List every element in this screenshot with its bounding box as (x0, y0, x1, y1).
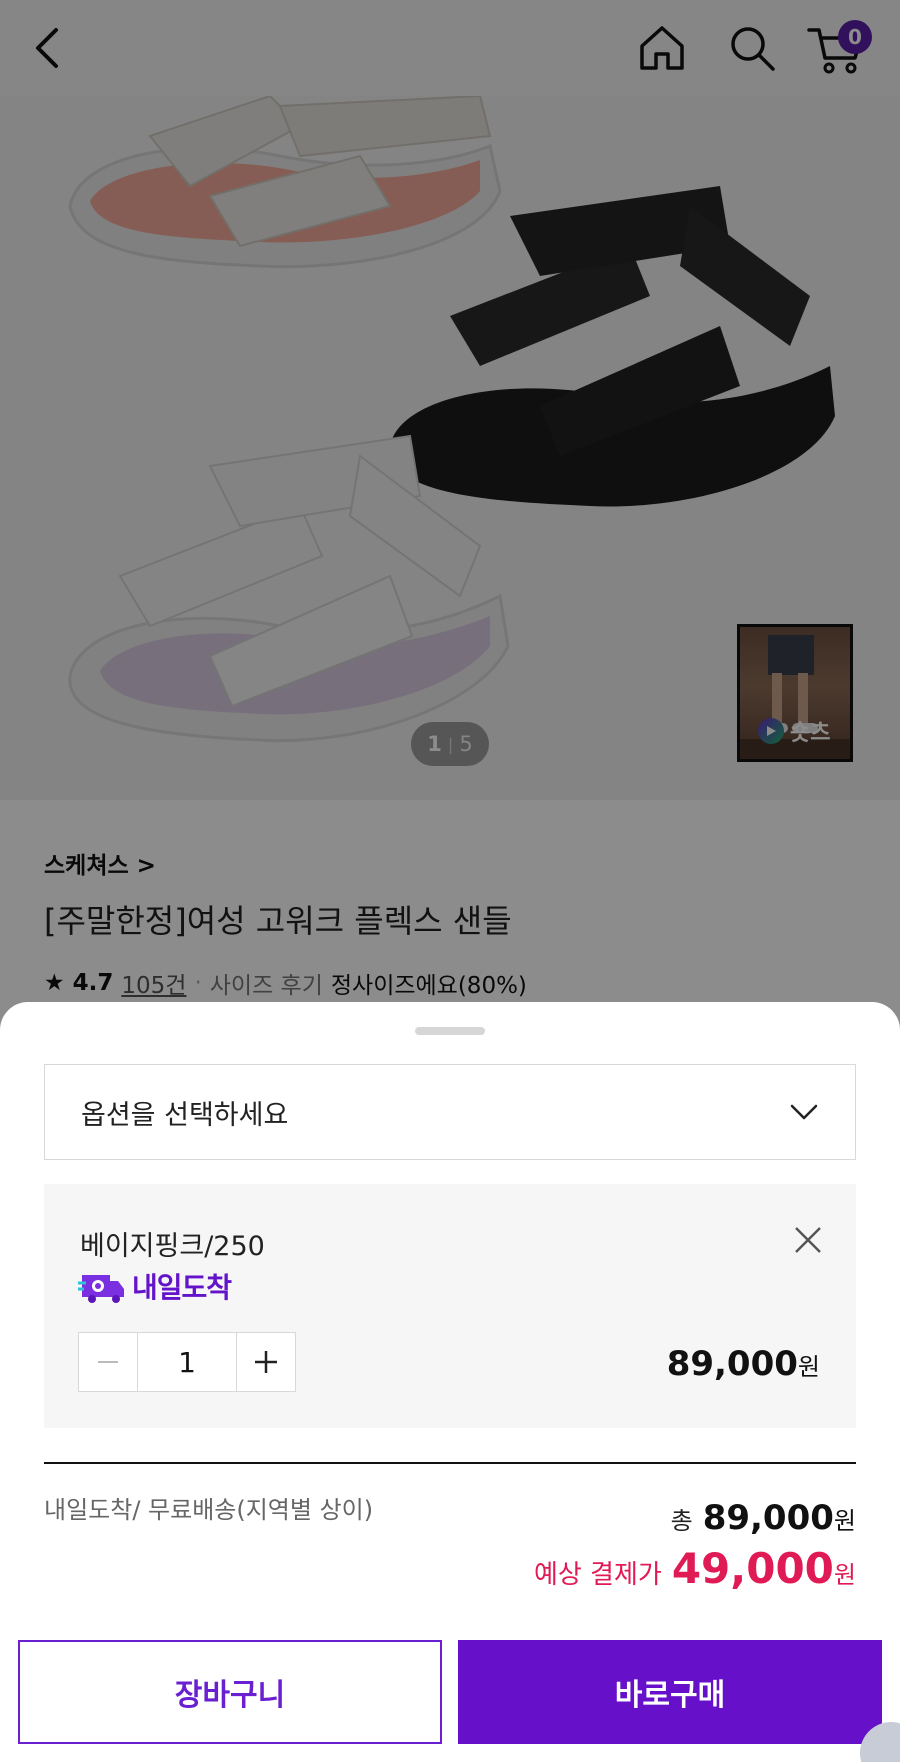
expected-payment-row: 예상 결제가 49,000원 (534, 1544, 856, 1593)
minus-icon (98, 1361, 118, 1363)
decrease-quantity-button[interactable] (79, 1333, 137, 1391)
next-day-delivery-badge: 내일도착 (78, 1266, 232, 1306)
delivery-truck-icon (78, 1275, 124, 1303)
expected-payment-unit: 원 (833, 1561, 856, 1589)
selected-option-card: 베이지핑크/250 내일도착 1 89,000원 (44, 1184, 856, 1428)
option-select[interactable]: 옵션을 선택하세요 (44, 1064, 856, 1160)
expected-payment-value: 49,000 (671, 1544, 834, 1593)
option-select-placeholder: 옵션을 선택하세요 (81, 1099, 289, 1131)
option-name: 베이지핑크/250 (80, 1231, 265, 1262)
option-price: 89,000원 (667, 1344, 820, 1384)
sheet-drag-handle[interactable] (415, 1027, 485, 1035)
total-value: 89,000 (702, 1498, 834, 1538)
close-icon (795, 1227, 821, 1253)
option-bottom-sheet: 옵션을 선택하세요 베이지핑크/250 내일도착 1 89,000원 내일도착/… (0, 1002, 900, 1762)
add-to-cart-button[interactable]: 장바구니 (18, 1640, 442, 1744)
buy-now-button[interactable]: 바로구매 (458, 1640, 882, 1744)
quantity-value[interactable]: 1 (137, 1333, 237, 1391)
delivery-badge-text: 내일도착 (132, 1271, 232, 1304)
total-label: 총 (670, 1507, 693, 1535)
expected-payment-label: 예상 결제가 (533, 1560, 662, 1590)
option-price-unit: 원 (797, 1353, 820, 1381)
total-amount: 89,000원 (703, 1498, 856, 1538)
expected-payment-amount: 49,000원 (672, 1544, 856, 1593)
option-price-value: 89,000 (666, 1344, 798, 1384)
total-price-row: 총 89,000원 (671, 1498, 856, 1538)
chevron-down-icon (790, 1104, 818, 1120)
plus-icon (255, 1351, 277, 1373)
increase-quantity-button[interactable] (237, 1333, 295, 1391)
remove-option-button[interactable] (790, 1222, 826, 1258)
summary-divider (44, 1462, 856, 1464)
total-unit: 원 (833, 1507, 856, 1535)
quantity-stepper: 1 (78, 1332, 296, 1392)
shipping-info: 내일도착/ 무료배송(지역별 상이) (44, 1496, 374, 1524)
